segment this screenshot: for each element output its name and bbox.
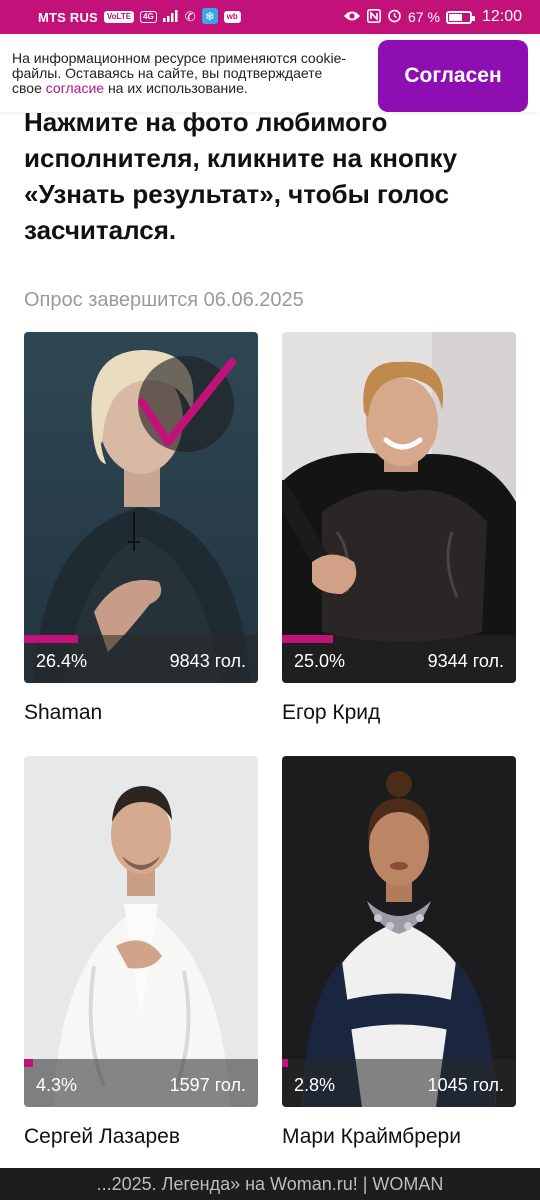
cookie-text-end: на их использование. [104, 79, 248, 96]
candidate-photo[interactable]: 25.0% 9344 гол. [282, 332, 516, 683]
candidate-name: Shaman [24, 701, 103, 724]
candidate-stats: 25.0% 9344 гол. [282, 635, 516, 683]
vote-count: 1597 гол. [169, 1075, 246, 1095]
network-type-badge: 4G [140, 11, 157, 23]
candidate-name: Мари Краймбрери [282, 1125, 461, 1148]
vote-percent: 25.0% [294, 651, 346, 671]
vote-count: 9344 гол. [427, 651, 504, 671]
candidate-card-egor-kreed[interactable]: 25.0% 9344 гол. Егор Крид [282, 332, 516, 724]
clock: 12:00 [481, 8, 522, 25]
candidate-stats: 2.8% 1045 гол. [282, 1059, 516, 1107]
vote-percent: 26.4% [36, 651, 88, 671]
cookie-notice-text: На информационном ресурсе применяются co… [12, 50, 352, 96]
candidate-name: Егор Крид [282, 701, 381, 724]
wifi-calling-icon: ✆ [184, 9, 196, 24]
vote-percent: 2.8% [294, 1075, 336, 1095]
page-title-bar: ...2025. Легенда» на Woman.ru! | WOMAN [0, 1168, 540, 1200]
svg-text:❄: ❄ [205, 9, 215, 23]
accept-cookies-button[interactable]: Согласен [378, 40, 528, 112]
candidate-photo[interactable]: 26.4% 9843 гол. [24, 332, 258, 683]
eye-icon [343, 9, 361, 25]
poll-instruction: Нажмите на фото любимого исполнителя, кл… [24, 107, 458, 245]
snowflake-icon: ❄ [201, 7, 218, 27]
candidate-portrait [282, 332, 516, 683]
candidate-stats: 26.4% 9843 гол. [24, 635, 258, 683]
battery-icon [445, 10, 475, 24]
carrier-name: MTS RUS [38, 9, 98, 25]
candidate-photo[interactable]: 2.8% 1045 гол. [282, 756, 516, 1107]
candidate-card-sergey-lazarev[interactable]: 4.3% 1597 гол. Сергей Лазарев [24, 756, 258, 1148]
signal-icon [162, 9, 179, 25]
consent-link[interactable]: согласие [46, 80, 104, 96]
vote-share-bar [282, 1059, 288, 1067]
status-bar: MTS RUS VoLTE 4G ✆ ❄ wb 67 % 12:00 [0, 0, 540, 34]
poll-deadline: Опрос завершится 06.06.2025 [24, 289, 304, 311]
alarm-icon [387, 8, 402, 26]
candidate-card-mari-kraimbreri[interactable]: 2.8% 1045 гол. Мари Краймбрери [282, 756, 516, 1148]
vote-share-bar [24, 1059, 33, 1067]
battery-level [448, 13, 462, 21]
candidate-portrait [282, 756, 516, 1107]
volte-badge: VoLTE [103, 11, 135, 23]
vote-share-bar [24, 635, 78, 643]
candidate-name: Сергей Лазарев [24, 1125, 181, 1148]
vote-share-bar [282, 635, 333, 643]
status-bar-left: MTS RUS VoLTE 4G ✆ ❄ wb [38, 7, 241, 27]
nfc-icon [367, 8, 382, 26]
cookie-banner: На информационном ресурсе применяются co… [0, 34, 540, 112]
candidate-photo[interactable]: 4.3% 1597 гол. [24, 756, 258, 1107]
selected-check-icon [138, 356, 236, 452]
battery-percent: 67 % [408, 9, 440, 25]
vote-count: 1045 гол. [427, 1075, 504, 1095]
wb-app-icon: wb [223, 11, 241, 23]
vote-percent: 4.3% [36, 1075, 78, 1095]
vote-count: 9843 гол. [169, 651, 246, 671]
status-bar-right: 67 % 12:00 [343, 8, 522, 26]
candidate-stats: 4.3% 1597 гол. [24, 1059, 258, 1107]
candidate-card-shaman[interactable]: 26.4% 9843 гол. Shaman [24, 332, 258, 724]
candidate-portrait [24, 756, 258, 1107]
